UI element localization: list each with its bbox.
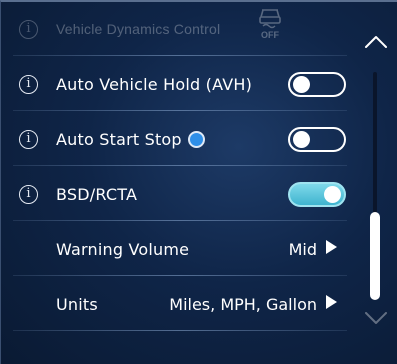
toggle-knob: [293, 130, 310, 148]
auto-start-stop-text: Auto Start Stop: [56, 129, 182, 149]
setting-row-bsd-rcta[interactable]: i BSD/RCTA: [1, 167, 351, 221]
row-divider: [13, 110, 347, 111]
toggle-knob: [324, 185, 341, 203]
units-text: Miles, MPH, Gallon: [169, 294, 317, 314]
bsd-rcta-toggle[interactable]: [288, 181, 346, 207]
setting-row-units[interactable]: Units Miles, MPH, Gallon: [1, 277, 351, 331]
setting-label-bsd-rcta: BSD/RCTA: [56, 184, 138, 204]
warning-volume-text: Mid: [288, 239, 317, 259]
setting-label-avh: Auto Vehicle Hold (AVH): [56, 74, 253, 94]
auto-start-stop-toggle[interactable]: [288, 126, 346, 152]
setting-row-warning-volume[interactable]: Warning Volume Mid: [1, 222, 351, 276]
vdc-off-icon: OFF: [259, 9, 281, 40]
info-icon[interactable]: i: [19, 74, 38, 94]
setting-label-auto-start-stop: Auto Start Stop: [56, 130, 205, 149]
settings-panel: i Vehicle Dynamics Control OFF i Auto Ve…: [0, 0, 397, 364]
row-divider: [13, 330, 347, 331]
arrow-right-icon: [326, 239, 337, 254]
setting-label-warning-volume: Warning Volume: [56, 239, 190, 259]
info-icon[interactable]: i: [19, 129, 38, 149]
row-divider: [13, 275, 347, 276]
row-divider: [13, 165, 347, 166]
units-value[interactable]: Miles, MPH, Gallon: [169, 294, 337, 314]
scrollbar-thumb[interactable]: [370, 212, 380, 300]
vdc-off-text: OFF: [261, 30, 279, 40]
toggle-knob: [293, 75, 310, 93]
status-dot-icon: [187, 130, 205, 148]
setting-row-auto-start-stop[interactable]: i Auto Start Stop: [1, 112, 351, 166]
setting-label-units: Units: [56, 294, 98, 314]
info-icon[interactable]: i: [19, 184, 38, 204]
chevron-down-icon[interactable]: [363, 308, 389, 328]
chevron-up-icon[interactable]: [363, 32, 389, 52]
warning-volume-value[interactable]: Mid: [288, 239, 337, 259]
info-icon: i: [19, 19, 38, 39]
row-divider: [13, 55, 347, 56]
setting-row-auto-vehicle-hold[interactable]: i Auto Vehicle Hold (AVH): [1, 57, 351, 111]
avh-toggle[interactable]: [288, 71, 346, 97]
arrow-right-icon: [326, 294, 337, 309]
setting-row-vehicle-dynamics-control: i Vehicle Dynamics Control OFF: [1, 2, 351, 56]
setting-label-vdc: Vehicle Dynamics Control: [56, 21, 221, 37]
row-divider: [13, 220, 347, 221]
